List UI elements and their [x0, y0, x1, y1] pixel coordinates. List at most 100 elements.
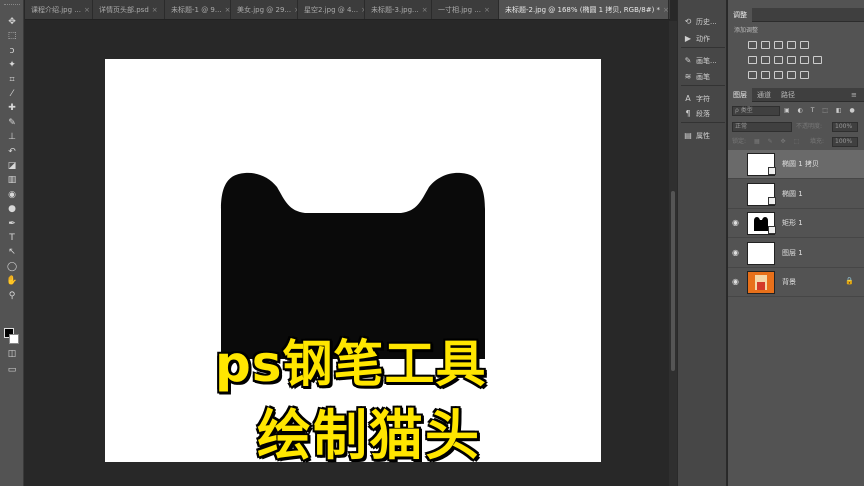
layer-row[interactable]: ◉ 图层 1 — [728, 239, 864, 268]
document-tab[interactable]: 星空2.jpg @ 4...× — [298, 0, 365, 19]
layer-row[interactable]: ◉ 背景 🔒 — [728, 268, 864, 297]
hand-tool-icon[interactable]: ✋ — [5, 275, 19, 288]
pen-tool-icon[interactable]: ✒ — [5, 218, 19, 231]
eyedropper-icon[interactable]: ⁄ — [5, 88, 19, 101]
layer-name[interactable]: 椭圆 1 拷贝 — [782, 159, 819, 169]
layer-name[interactable]: 矩形 1 — [782, 218, 803, 228]
layer-filter-select[interactable]: ρ 类型 — [732, 106, 780, 116]
document-tab[interactable]: 未标题-3.jpg... × — [365, 0, 432, 19]
dodge-tool-icon[interactable]: ● — [5, 203, 19, 216]
panel-menu-icon[interactable]: ≡ — [846, 88, 862, 102]
document-tab[interactable]: 一寸相.jpg ... × — [432, 0, 499, 19]
dock-button[interactable]: ✎ 画笔... — [682, 54, 726, 68]
clone-stamp-icon[interactable]: ⊥ — [5, 131, 19, 144]
document-tab[interactable]: 美女.jpg @ 29...× — [231, 0, 298, 19]
fill-field[interactable]: 100% — [832, 137, 858, 147]
black-white-icon[interactable] — [774, 56, 783, 64]
adjustments-panel-header: 调整 — [728, 8, 864, 22]
background-color-swatch[interactable] — [9, 334, 19, 344]
tab-paths[interactable]: 路径 — [776, 88, 800, 102]
blend-mode-select[interactable]: 正常 — [732, 122, 792, 132]
close-icon[interactable]: × — [152, 6, 158, 14]
vibrance-icon[interactable] — [800, 41, 809, 49]
close-icon[interactable]: × — [422, 6, 428, 14]
marquee-tool-icon[interactable]: ⬚ — [5, 30, 19, 43]
actions-icon: ▶ — [684, 34, 692, 43]
curves-icon[interactable] — [774, 41, 783, 49]
tab-layers[interactable]: 图层 — [728, 88, 752, 102]
gradient-map-icon[interactable] — [800, 71, 809, 79]
properties-icon: ▤ — [684, 131, 692, 140]
eraser-icon[interactable]: ◪ — [5, 160, 19, 173]
close-icon[interactable]: × — [484, 6, 490, 14]
history-brush-icon[interactable]: ↶ — [5, 146, 19, 159]
layer-row[interactable]: 椭圆 1 — [728, 180, 864, 209]
visibility-eye-icon[interactable]: ◉ — [732, 278, 742, 286]
zoom-tool-icon[interactable]: ⚲ — [5, 290, 19, 303]
dock-button-label: 属性 — [696, 132, 710, 140]
document-tab[interactable]: 未标题-1 @ 9... × — [165, 0, 231, 19]
document-tab-label: 未标题-1 @ 9... — [171, 6, 222, 14]
close-icon[interactable]: × — [663, 6, 668, 14]
exposure-icon[interactable] — [787, 41, 796, 49]
document-tab[interactable]: 详情页头部.psd × — [93, 0, 165, 19]
channel-mixer-icon[interactable] — [800, 56, 809, 64]
close-icon[interactable]: × — [84, 6, 90, 14]
opacity-label: 不透明度: — [796, 123, 823, 130]
color-lookup-icon[interactable] — [813, 56, 822, 64]
visibility-eye-icon[interactable] — [732, 190, 742, 198]
tab-adjustments[interactable]: 调整 — [728, 8, 752, 22]
brush-settings-icon: ✎ — [684, 56, 692, 65]
vertical-scrollbar[interactable] — [669, 21, 677, 486]
hue-saturation-icon[interactable] — [748, 56, 757, 64]
dock-button[interactable]: A 字符 — [682, 92, 726, 106]
lock-icons[interactable]: ▦ ✎ ✥ ⬚ 🔒 — [754, 135, 814, 158]
screen-mode-icon[interactable]: ▭ — [5, 364, 19, 377]
levels-icon[interactable] — [761, 41, 770, 49]
color-balance-icon[interactable] — [761, 56, 770, 64]
invert-icon[interactable] — [748, 71, 757, 79]
opacity-field[interactable]: 100% — [832, 122, 858, 132]
layer-name[interactable]: 椭圆 1 — [782, 189, 803, 199]
document-tab[interactable]: 课程介绍.jpg ... × — [25, 0, 93, 19]
healing-brush-icon[interactable]: ✚ — [5, 102, 19, 115]
threshold-icon[interactable] — [774, 71, 783, 79]
layer-name[interactable]: 背景 — [782, 277, 796, 287]
dock-button[interactable]: ¶ 段落 — [682, 107, 726, 121]
visibility-eye-icon[interactable]: ◉ — [732, 219, 742, 227]
document-tab[interactable]: 未标题-2.jpg @ 168% (椭圆 1 拷贝, RGB/8#) * × — [499, 0, 669, 19]
quick-mask-icon[interactable]: ◫ — [5, 348, 19, 361]
toolbar-grip[interactable] — [4, 4, 20, 7]
magic-wand-icon[interactable]: ✦ — [5, 59, 19, 72]
crop-tool-icon[interactable]: ⌗ — [5, 74, 19, 87]
dock-button-label: 字符 — [696, 95, 710, 103]
layer-row[interactable]: 椭圆 1 拷贝 — [728, 150, 864, 179]
brush-tool-icon[interactable]: ✎ — [5, 117, 19, 130]
selective-color-icon[interactable] — [787, 71, 796, 79]
path-selection-icon[interactable]: ↖ — [5, 246, 19, 259]
layer-row[interactable]: ◉ 矩形 1 — [728, 209, 864, 238]
posterize-icon[interactable] — [761, 71, 770, 79]
scrollbar-thumb[interactable] — [671, 191, 675, 371]
lasso-tool-icon[interactable]: ↄ — [5, 45, 19, 58]
blur-tool-icon[interactable]: ◉ — [5, 189, 19, 202]
photo-filter-icon[interactable] — [787, 56, 796, 64]
close-icon[interactable]: × — [225, 6, 230, 14]
layer-name[interactable]: 图层 1 — [782, 248, 803, 258]
type-tool-icon[interactable]: T — [5, 232, 19, 245]
visibility-eye-icon[interactable] — [732, 160, 742, 168]
visibility-eye-icon[interactable]: ◉ — [732, 248, 742, 257]
dock-button[interactable]: ▶ 动作 — [682, 32, 726, 46]
move-tool-icon[interactable]: ✥ — [5, 16, 19, 29]
dock-button[interactable]: ▤ 属性 — [682, 129, 726, 143]
character-icon: A — [685, 94, 691, 103]
dock-button[interactable]: ⟲ 历史... — [682, 15, 726, 29]
tab-channels[interactable]: 通道 — [752, 88, 776, 102]
paragraph-icon: ¶ — [685, 109, 691, 118]
ellipse-tool-icon[interactable]: ◯ — [5, 261, 19, 274]
dock-button[interactable]: ≋ 画笔 — [682, 70, 726, 84]
brightness-contrast-icon[interactable] — [748, 41, 757, 49]
canvas-area[interactable]: ps钢笔工具 绘制猫头 — [25, 21, 670, 486]
gradient-tool-icon[interactable]: ▥ — [5, 174, 19, 187]
layer-filter-icons[interactable]: ▣ ◐ T ⬚ ◧ ● — [784, 104, 864, 117]
